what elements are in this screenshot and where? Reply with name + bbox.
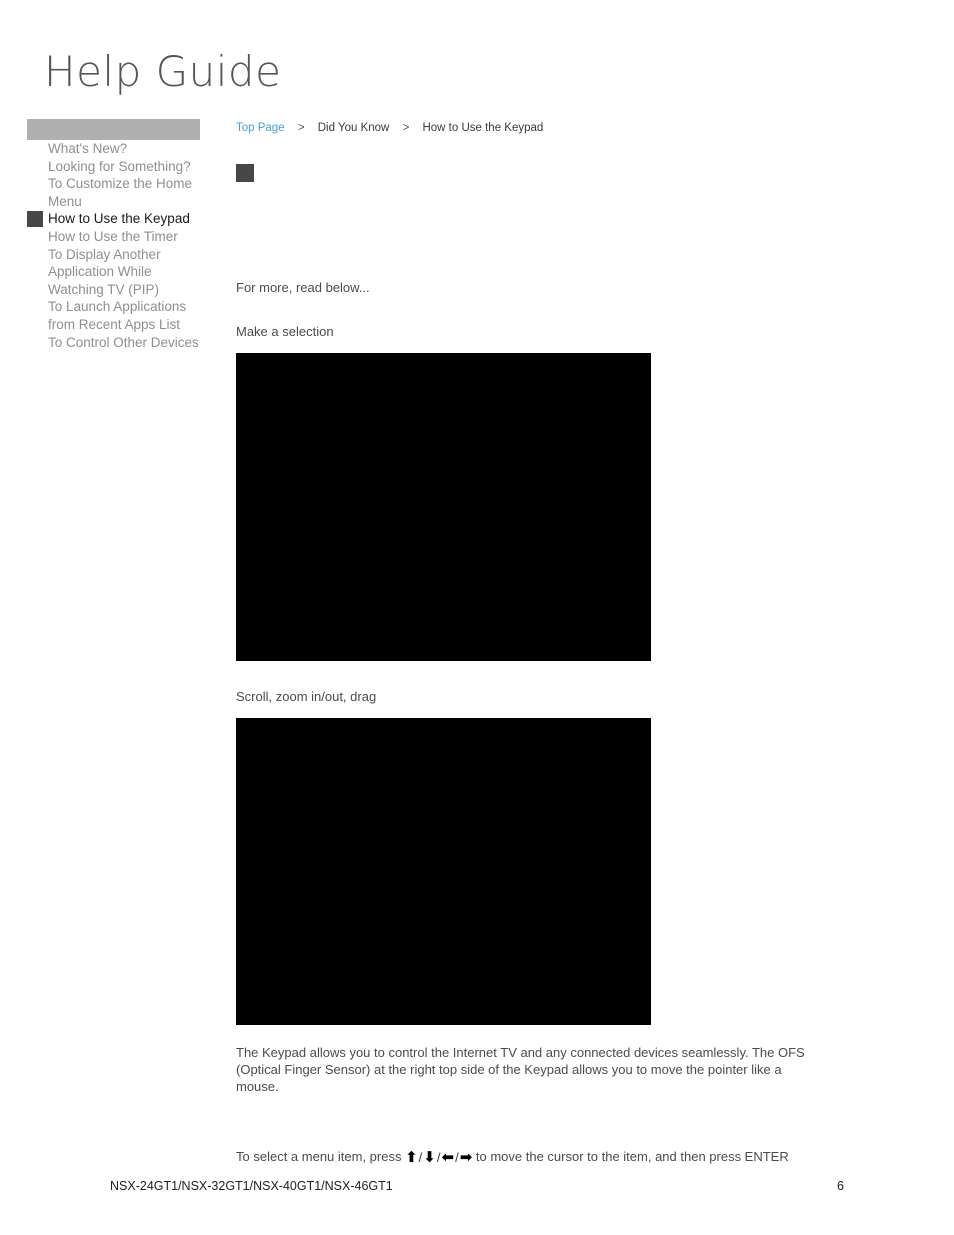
breadcrumb-separator: > [297,122,305,134]
sidebar-navigation: What's New? Looking for Something? To Cu… [27,119,200,351]
masthead: Help Guide [44,48,281,96]
footer-page-number: 6 [837,1179,844,1193]
sidebar-item-label: What's New? [48,141,128,156]
sidebar-item-label: How to Use the Timer [48,228,178,244]
sidebar-header-bar [27,119,200,140]
current-page-marker-icon [27,211,43,228]
sidebar-item-how-to-use-the-timer[interactable]: How to Use the Timer [48,228,208,246]
breadcrumb-separator: > [402,122,410,134]
figure-1-caption: Make a selection [236,324,334,339]
sidebar-item-whats-new[interactable]: What's New? [48,140,208,158]
sidebar-item-label: To Control Other Devices [48,334,199,350]
sidebar-item-display-another-application-pip[interactable]: To Display Another Application While Wat… [48,246,208,299]
main-content: Top Page > Did You Know > How to Use the… [236,119,916,1179]
sidebar-item-label: How to Use the Keypad [48,211,190,227]
arrow-left-icon: ⬅ [441,1148,455,1166]
figure-2-image [236,718,651,1025]
sidebar-item-launch-applications-recent-apps[interactable]: To Launch Applications from Recent Apps … [48,298,208,333]
breadcrumb-link-top-page[interactable]: Top Page [236,122,285,134]
breadcrumb-item-did-you-know[interactable]: Did You Know [318,122,390,134]
sidebar-item-control-other-devices[interactable]: To Control Other Devices [48,334,208,352]
sidebar-item-how-to-use-the-keypad[interactable]: How to Use the Keypad [27,210,208,228]
keypad-instruction-suffix: to move the cursor to the item, and then… [472,1149,789,1164]
sidebar-item-customize-home-menu[interactable]: To Customize the Home Menu [48,175,208,210]
section-badge-icon [236,164,254,182]
breadcrumb-current-page: How to Use the Keypad [422,122,544,134]
keypad-instruction-paragraph: To select a menu item, press ⬆/⬇/⬅/➡ to … [236,1148,836,1166]
breadcrumb: Top Page > Did You Know > How to Use the… [236,119,916,135]
page-title: Help Guide [44,47,282,96]
figure-1-image [236,353,651,661]
sidebar-item-label: To Customize the Home Menu [48,176,193,209]
footer-model-numbers: NSX-24GT1/NSX-32GT1/NSX-40GT1/NSX-46GT1 [110,1179,393,1193]
figure-2-caption: Scroll, zoom in/out, drag [236,689,377,704]
sidebar-item-label: Looking for Something? [48,158,191,174]
keypad-instruction-prefix: To select a menu item, press [236,1149,406,1164]
sidebar-item-label: To Launch Applications from Recent Apps … [48,299,187,332]
arrow-right-icon: ➡ [459,1148,473,1166]
lede-text: For more, read below... [236,280,370,295]
sidebar-item-looking-for-something[interactable]: Looking for Something? [48,158,208,176]
sidebar-item-list: What's New? Looking for Something? To Cu… [27,140,208,352]
page-footer: NSX-24GT1/NSX-32GT1/NSX-40GT1/NSX-46GT1 … [110,1178,844,1194]
body-paragraph: The Keypad allows you to control the Int… [236,1045,805,1094]
arrow-key-glyph-group: ⬆/⬇/⬅/➡ [405,1149,472,1166]
sidebar-item-label: To Display Another Application While Wat… [48,246,161,297]
arrow-down-icon: ⬇ [423,1148,436,1166]
arrow-up-icon: ⬆ [405,1148,418,1166]
